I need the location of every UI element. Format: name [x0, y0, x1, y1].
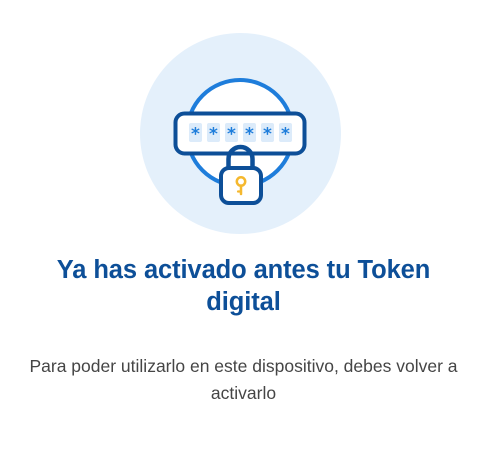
- masked-char: *: [281, 125, 290, 145]
- masked-char: *: [263, 125, 272, 145]
- masked-char: *: [209, 125, 218, 145]
- token-already-activated-screen: * * * * * * Ya has activado antes tu Token di…: [0, 0, 487, 452]
- masked-char: *: [245, 125, 254, 145]
- page-title: Ya has activado antes tu Token digital: [56, 256, 431, 316]
- description-text: Para poder utilizarlo en este dispositiv…: [29, 356, 458, 403]
- masked-char: *: [227, 125, 236, 145]
- password-lock-icon: * * * * * *: [140, 33, 341, 234]
- masked-char: *: [191, 125, 200, 145]
